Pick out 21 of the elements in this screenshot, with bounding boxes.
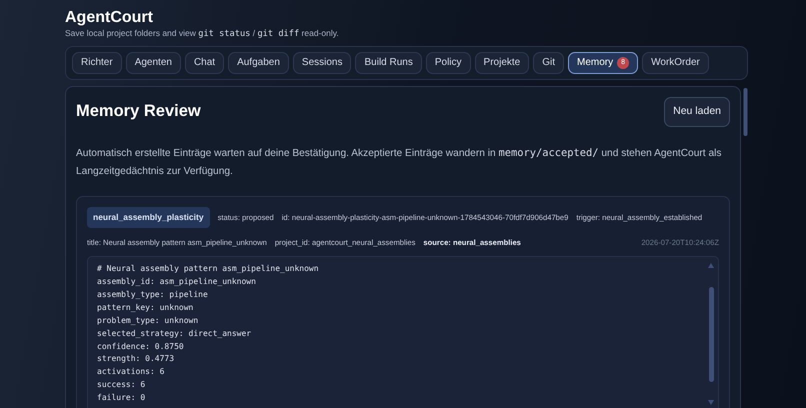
reload-button[interactable]: Neu laden [664, 97, 730, 127]
nav-tab[interactable]: Build Runs [355, 52, 422, 74]
scrollbar-thumb[interactable] [743, 88, 748, 136]
nav-tab[interactable]: Policy [426, 52, 471, 74]
scroll-down-icon[interactable] [708, 400, 714, 406]
nav-tab[interactable]: WorkOrder [642, 52, 709, 74]
memory-content: # Neural assembly pattern asm_pipeline_unknown assembly_id: asm_pipeline_unknown assembly_type: pipeline pattern_key: unknown problem_type: unknown selected_strategy: direct_answer confidence: 0.8750 strength: 0.4773 activations: 6 success: 6 failure: 0 [97, 263, 320, 404]
nav-tab[interactable]: Agenten [126, 52, 181, 74]
type-tag: neural_assembly_plasticity [87, 206, 210, 228]
nav-tab[interactable]: Projekte [474, 52, 530, 74]
app-title: AgentCourt [65, 8, 154, 28]
panel-title: Memory Review [76, 102, 201, 122]
intro-paragraph: Automatisch erstellte Einträge warten auf deine Bestätigung. Akzeptierte Einträge wandern in memory/accepted/ und stehen AgentCourt als Langzeitgedächtnis zur Verfügung. [76, 146, 722, 179]
scrollbar-thumb[interactable] [708, 286, 714, 382]
nav-tab[interactable]: Aufgaben [228, 52, 289, 74]
nav-tab[interactable]: Chat [184, 52, 224, 74]
nav-tab[interactable]: Richter [72, 52, 122, 74]
nav-tab[interactable]: Sessions [292, 52, 352, 74]
nav-tab[interactable]: Git [533, 52, 564, 74]
app-subtitle: Save local project folders and view git status / git diff read-only. [65, 27, 340, 42]
scroll-up-icon[interactable] [708, 263, 714, 268]
